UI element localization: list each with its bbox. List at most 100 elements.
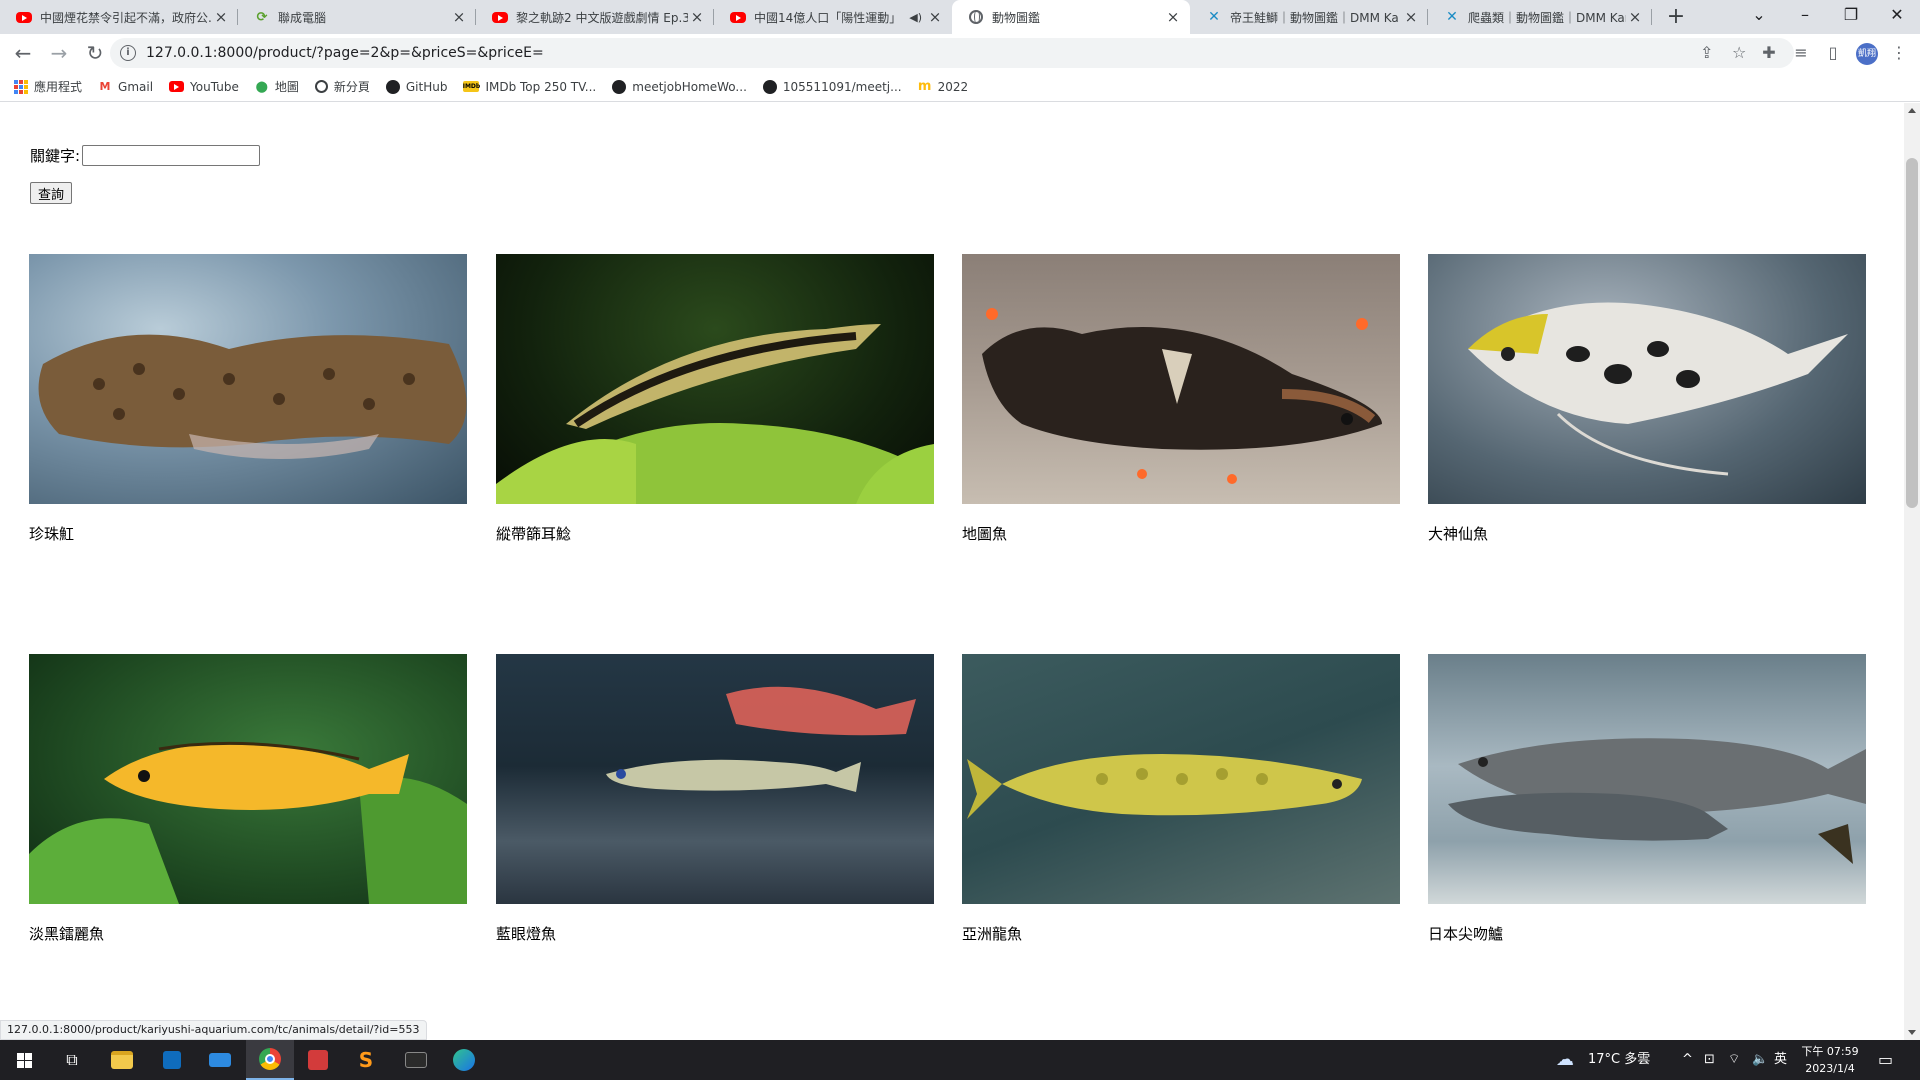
- browser-tab[interactable]: ✕ 帝王鮭鰤｜動物圖鑑｜DMM Ka ×: [1190, 0, 1428, 34]
- ms-store-icon[interactable]: [148, 1040, 196, 1080]
- browser-tab[interactable]: ⟳ 聯成電腦 ×: [238, 0, 476, 34]
- product-card[interactable]: 亞洲龍魚: [962, 654, 1400, 944]
- bookmark-2022[interactable]: m 2022: [918, 79, 968, 94]
- product-name[interactable]: 珍珠魟: [29, 523, 467, 544]
- back-button[interactable]: ←: [8, 38, 38, 68]
- close-tab-icon[interactable]: ×: [212, 8, 230, 26]
- chrome-taskbar-icon[interactable]: [246, 1040, 294, 1080]
- forward-button[interactable]: →: [44, 38, 74, 68]
- scroll-down-arrow-icon[interactable]: [1908, 1030, 1916, 1035]
- reload-button[interactable]: ↻: [80, 38, 110, 68]
- bookmark-gmail[interactable]: M Gmail: [98, 80, 154, 94]
- tab-title: 中國煙花禁令引起不滿，政府公...: [40, 10, 212, 25]
- close-tab-icon[interactable]: ×: [926, 8, 944, 26]
- extensions-icon[interactable]: ✚: [1754, 38, 1784, 68]
- scroll-up-arrow-icon[interactable]: [1908, 108, 1916, 113]
- close-tab-icon[interactable]: ×: [1402, 8, 1420, 26]
- menu-kebab-icon[interactable]: ⋮: [1884, 38, 1914, 68]
- bookmark-meetjob[interactable]: meetjobHomeWo...: [612, 79, 747, 94]
- side-panel-icon[interactable]: ▯: [1818, 38, 1848, 68]
- browser-tab[interactable]: 中國14億人口「陽性運動」 ◀) ×: [714, 0, 952, 34]
- browser-tab[interactable]: 黎之軌跡2 中文版遊戲劇情 Ep.3 ×: [476, 0, 714, 34]
- product-image[interactable]: [1428, 254, 1866, 504]
- network-icon[interactable]: ⊡: [1704, 1040, 1715, 1080]
- product-image[interactable]: [962, 254, 1400, 504]
- app-taskbar-icon[interactable]: [294, 1040, 342, 1080]
- product-card[interactable]: 珍珠魟: [29, 254, 467, 544]
- minimize-button[interactable]: –: [1782, 0, 1828, 34]
- product-name[interactable]: 大神仙魚: [1428, 523, 1866, 544]
- product-image[interactable]: [1428, 654, 1866, 904]
- share-icon[interactable]: ⇪: [1700, 38, 1713, 68]
- keyword-input[interactable]: [82, 145, 261, 166]
- page-scrollbar[interactable]: [1904, 103, 1920, 1040]
- address-bar[interactable]: i 127.0.0.1:8000/product/?page=2&p=&pric…: [110, 38, 1794, 68]
- task-view-icon[interactable]: ⧉: [48, 1040, 96, 1080]
- file-explorer-icon[interactable]: [98, 1040, 146, 1080]
- edge-icon[interactable]: [440, 1040, 488, 1080]
- bookmark-repo[interactable]: 105511091/meetj...: [762, 79, 902, 94]
- product-card[interactable]: 地圖魚: [962, 254, 1400, 544]
- scrollbar-thumb[interactable]: [1906, 158, 1918, 508]
- clock-date: 2023/1/4: [1805, 1062, 1855, 1075]
- gmail-icon: M: [99, 80, 111, 93]
- close-tab-icon[interactable]: ×: [450, 8, 468, 26]
- bookmark-youtube[interactable]: YouTube: [169, 80, 239, 94]
- close-tab-icon[interactable]: ×: [1626, 8, 1644, 26]
- bookmark-star-icon[interactable]: ☆: [1732, 38, 1746, 68]
- angelfish-illustration: [1468, 302, 1848, 476]
- bookmark-maps[interactable]: ⬤ 地圖: [255, 78, 299, 95]
- speaker-icon[interactable]: ◀): [909, 11, 922, 24]
- product-image[interactable]: [29, 254, 467, 504]
- clock[interactable]: 下午 07:59 2023/1/4: [1790, 1043, 1870, 1077]
- product-card[interactable]: 大神仙魚: [1428, 254, 1866, 544]
- browser-tab[interactable]: 中國煙花禁令引起不滿，政府公... ×: [0, 0, 238, 34]
- product-name[interactable]: 地圖魚: [962, 523, 1400, 544]
- chevron-up-icon[interactable]: ^: [1682, 1040, 1693, 1080]
- product-image[interactable]: [29, 654, 467, 904]
- ime-indicator[interactable]: 英: [1774, 1040, 1787, 1080]
- bookmark-github[interactable]: GitHub: [385, 79, 447, 94]
- product-card[interactable]: 日本尖吻鱸: [1428, 654, 1866, 944]
- bookmark-label: 地圖: [274, 80, 299, 94]
- bookmark-new-tab[interactable]: 新分頁: [314, 78, 370, 95]
- close-tab-icon[interactable]: ×: [1164, 8, 1182, 26]
- weather-text[interactable]: 17°C 多雲: [1588, 1040, 1650, 1080]
- browser-tab[interactable]: ✕ 爬蟲類｜動物圖鑑｜DMM Kariy ×: [1428, 0, 1652, 34]
- product-card[interactable]: 縱帶篩耳鯰: [496, 254, 934, 544]
- product-name[interactable]: 縱帶篩耳鯰: [496, 523, 934, 544]
- terminal-icon[interactable]: [392, 1040, 440, 1080]
- product-name[interactable]: 亞洲龍魚: [962, 923, 1400, 944]
- product-card[interactable]: 淡黑鐳麗魚: [29, 654, 467, 944]
- close-tab-icon[interactable]: ×: [688, 8, 706, 26]
- keyword-label: 關鍵字:: [30, 147, 81, 165]
- browser-tab-active[interactable]: 動物圖鑑 ×: [952, 0, 1190, 34]
- product-image[interactable]: [496, 254, 934, 504]
- mail-icon[interactable]: [196, 1040, 244, 1080]
- restore-button[interactable]: ❐: [1828, 0, 1874, 34]
- search-submit-button[interactable]: 查詢: [30, 182, 73, 204]
- notification-icon[interactable]: ▭: [1878, 1040, 1893, 1080]
- product-name[interactable]: 藍眼燈魚: [496, 923, 934, 944]
- product-name[interactable]: 淡黑鐳麗魚: [29, 923, 467, 944]
- bookmark-apps[interactable]: 應用程式: [14, 78, 82, 95]
- bookmark-imdb[interactable]: IMDb IMDb Top 250 TV...: [463, 80, 597, 94]
- wifi-icon[interactable]: ⌔: [1728, 1040, 1740, 1080]
- bookmark-label: 新分頁: [333, 80, 370, 94]
- profile-avatar[interactable]: 凱翔: [1856, 43, 1878, 65]
- volume-icon[interactable]: 🔈: [1752, 1040, 1768, 1080]
- close-window-button[interactable]: ✕: [1874, 0, 1920, 34]
- product-image[interactable]: [962, 654, 1400, 904]
- url-text[interactable]: 127.0.0.1:8000/product/?page=2&p=&priceS…: [146, 45, 544, 61]
- start-button[interactable]: [0, 1040, 48, 1080]
- product-card[interactable]: 藍眼燈魚: [496, 654, 934, 944]
- media-control-icon[interactable]: ≡: [1786, 38, 1816, 68]
- product-name[interactable]: 日本尖吻鱸: [1428, 923, 1866, 944]
- new-tab-button[interactable]: +: [1660, 0, 1692, 34]
- bookmark-label: 應用程式: [34, 80, 83, 94]
- cloud-icon[interactable]: ☁: [1556, 1040, 1574, 1080]
- site-info-icon[interactable]: i: [120, 45, 136, 61]
- tab-search-icon[interactable]: ⌄: [1736, 0, 1782, 34]
- product-image[interactable]: [496, 654, 934, 904]
- sublime-text-icon[interactable]: S: [342, 1040, 390, 1080]
